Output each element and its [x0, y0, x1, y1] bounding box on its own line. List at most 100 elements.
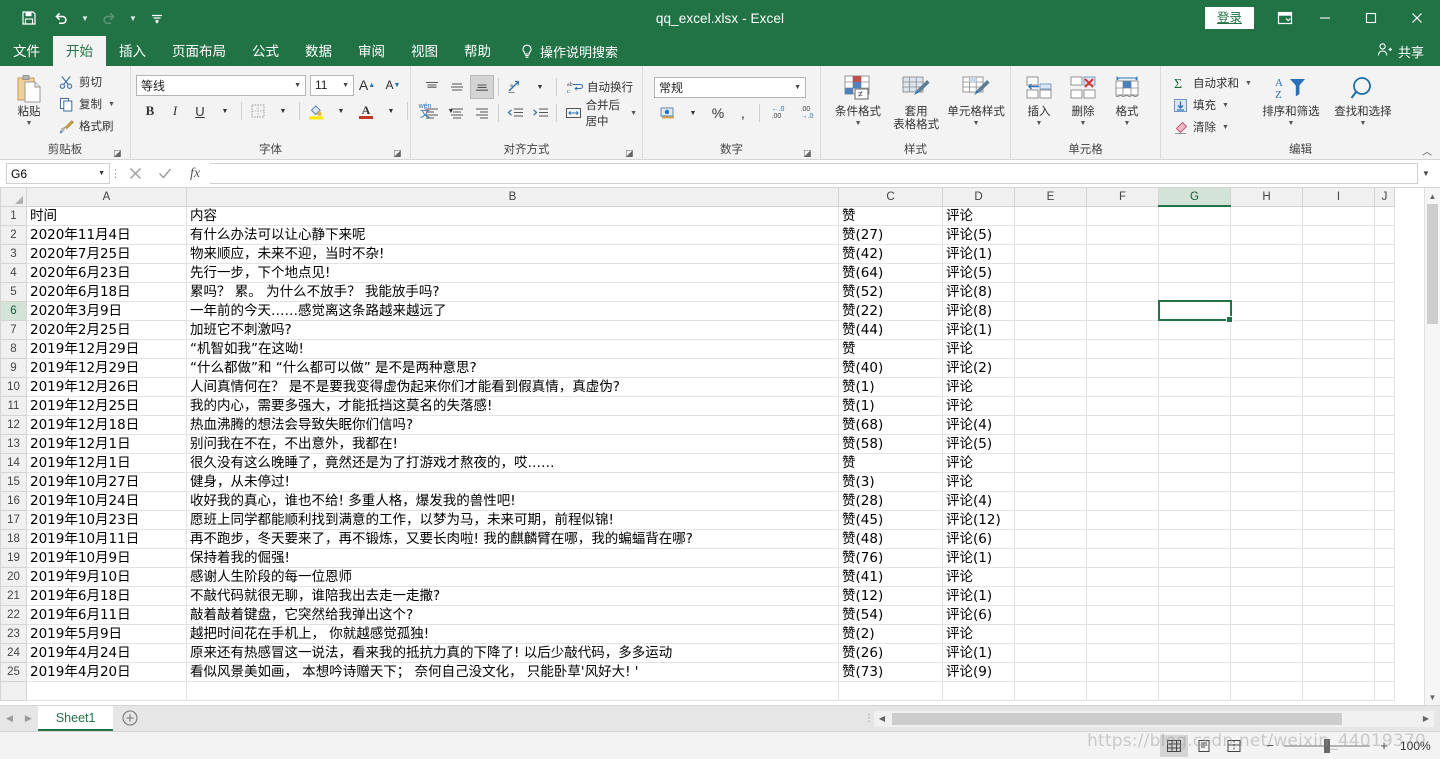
cell-A10[interactable]: 2019年12月26日 [27, 377, 187, 396]
find-select-dropdown-icon[interactable]: ▼ [1359, 119, 1366, 128]
cell-F17[interactable] [1087, 510, 1159, 529]
tab-help[interactable]: 帮助 [451, 36, 504, 66]
ribbon-display-options-icon[interactable] [1268, 0, 1302, 36]
cell-C9[interactable]: 赞(40) [839, 358, 943, 377]
cell-D4[interactable]: 评论(5) [943, 263, 1015, 282]
cell-F12[interactable] [1087, 415, 1159, 434]
increase-decimal-button[interactable]: .00→.0 [793, 101, 821, 125]
cell-B14[interactable]: 很久没有这么晚睡了，竟然还是为了打游戏才熬夜的，哎…… [187, 453, 839, 472]
accounting-dropdown-icon[interactable]: ▼ [681, 101, 705, 125]
number-format-combo[interactable]: 常规 ▼ [654, 77, 806, 98]
column-header-b[interactable]: B [187, 188, 839, 206]
cell-B18[interactable]: 再不跑步，冬天要来了，再不锻炼，又要长肉啦! 我的麒麟臂在哪，我的蝙蝠背在哪? [187, 529, 839, 548]
cell-D23[interactable]: 评论 [943, 624, 1015, 643]
format-painter-button[interactable]: 格式刷 [57, 115, 115, 137]
cell-D8[interactable]: 评论 [943, 339, 1015, 358]
cell-I23[interactable] [1303, 624, 1375, 643]
name-box-dropdown-icon[interactable]: ▼ [98, 170, 105, 177]
cell-J20[interactable] [1375, 567, 1395, 586]
cell-I25[interactable] [1303, 662, 1375, 681]
cell-G4[interactable] [1159, 263, 1231, 282]
cell-E13[interactable] [1015, 434, 1087, 453]
cell-I11[interactable] [1303, 396, 1375, 415]
font-size-combo[interactable]: 11 ▼ [310, 75, 354, 96]
row-header-26[interactable] [1, 681, 27, 700]
tab-view[interactable]: 视图 [398, 36, 451, 66]
cell-D10[interactable]: 评论 [943, 377, 1015, 396]
cell-E6[interactable] [1015, 301, 1087, 320]
cell-G18[interactable] [1159, 529, 1231, 548]
tell-me-search[interactable]: 操作说明搜索 [504, 36, 628, 66]
zoom-slider-thumb[interactable] [1324, 739, 1330, 753]
cell-F11[interactable] [1087, 396, 1159, 415]
cell-C15[interactable]: 赞(3) [839, 472, 943, 491]
alignment-dialog-launcher[interactable]: ◪ [625, 147, 637, 159]
row-header-4[interactable]: 4 [1, 263, 27, 282]
clear-button[interactable]: 清除 ▼ [1171, 116, 1252, 138]
cell-C13[interactable]: 赞(58) [839, 434, 943, 453]
cell-G24[interactable] [1159, 643, 1231, 662]
cell-C22[interactable]: 赞(54) [839, 605, 943, 624]
comma-style-button[interactable]: , [731, 101, 755, 125]
cell-I7[interactable] [1303, 320, 1375, 339]
cell-I20[interactable] [1303, 567, 1375, 586]
cell-J19[interactable] [1375, 548, 1395, 567]
cell-F8[interactable] [1087, 339, 1159, 358]
percent-style-button[interactable]: % [706, 101, 730, 125]
cell-J3[interactable] [1375, 244, 1395, 263]
cell-E22[interactable] [1015, 605, 1087, 624]
row-header-14[interactable]: 14 [1, 453, 27, 472]
cell-B22[interactable]: 敲着敲着键盘，它突然给我弹出这个? [187, 605, 839, 624]
sign-in-button[interactable]: 登录 [1205, 7, 1254, 29]
cell-G10[interactable] [1159, 377, 1231, 396]
horizontal-scroll-track[interactable] [890, 711, 1418, 727]
column-header-f[interactable]: F [1087, 188, 1159, 206]
row-header-20[interactable]: 20 [1, 567, 27, 586]
cell-F19[interactable] [1087, 548, 1159, 567]
cell-F15[interactable] [1087, 472, 1159, 491]
format-cells-dropdown-icon[interactable]: ▼ [1124, 119, 1131, 128]
cell-A5[interactable]: 2020年6月18日 [27, 282, 187, 301]
cell-E9[interactable] [1015, 358, 1087, 377]
row-header-10[interactable]: 10 [1, 377, 27, 396]
shrink-font-button[interactable]: A▼ [380, 73, 406, 97]
sheet-next-icon[interactable]: ▶ [25, 713, 32, 724]
cell-J11[interactable] [1375, 396, 1395, 415]
format-cells-button[interactable]: 格式 ▼ [1107, 69, 1147, 128]
column-header-j[interactable]: J [1375, 188, 1395, 206]
cell-B24[interactable]: 原来还有热感冒这一说法，看来我的抵抗力真的下降了! 以后少敲代码，多多运动 [187, 643, 839, 662]
insert-cells-dropdown-icon[interactable]: ▼ [1036, 119, 1043, 128]
cell-J17[interactable] [1375, 510, 1395, 529]
cell-E14[interactable] [1015, 453, 1087, 472]
cell-F7[interactable] [1087, 320, 1159, 339]
cell-I1[interactable] [1303, 206, 1375, 225]
cell-G16[interactable] [1159, 491, 1231, 510]
cell-F3[interactable] [1087, 244, 1159, 263]
fill-dropdown-icon[interactable]: ▼ [1220, 102, 1229, 109]
cell-G12[interactable] [1159, 415, 1231, 434]
row-header-24[interactable]: 24 [1, 643, 27, 662]
format-as-table-button[interactable]: 套用 表格格式 [889, 69, 943, 132]
cell-J12[interactable] [1375, 415, 1395, 434]
orientation-dropdown-icon[interactable]: ▼ [528, 75, 552, 99]
cell-A9[interactable]: 2019年12月29日 [27, 358, 187, 377]
share-button[interactable]: 共享 [1377, 36, 1440, 66]
cell-F22[interactable] [1087, 605, 1159, 624]
cell-D7[interactable]: 评论(1) [943, 320, 1015, 339]
grow-font-button[interactable]: A▲ [354, 73, 380, 97]
cell-I13[interactable] [1303, 434, 1375, 453]
cell-B1[interactable]: 内容 [187, 206, 839, 225]
find-select-button[interactable]: 查找和选择 ▼ [1330, 69, 1396, 128]
cell-D17[interactable]: 评论(12) [943, 510, 1015, 529]
cell-C21[interactable]: 赞(12) [839, 586, 943, 605]
column-header-h[interactable]: H [1231, 188, 1303, 206]
font-dialog-launcher[interactable]: ◪ [393, 147, 405, 159]
sort-filter-button[interactable]: AZ 排序和筛选 ▼ [1258, 69, 1324, 128]
cell-J24[interactable] [1375, 643, 1395, 662]
cell-J23[interactable] [1375, 624, 1395, 643]
cell-H3[interactable] [1231, 244, 1303, 263]
row-header-13[interactable]: 13 [1, 434, 27, 453]
tab-file[interactable]: 文件 [0, 36, 53, 66]
column-header-g[interactable]: G [1159, 188, 1231, 206]
cell-F2[interactable] [1087, 225, 1159, 244]
